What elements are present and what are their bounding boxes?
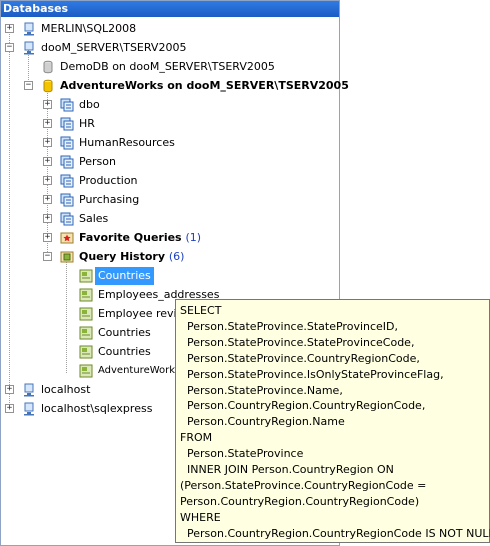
query-label: AdventureWorks <box>98 365 181 376</box>
tree-node-label: dooM_SERVER\TSERV2005 <box>41 41 187 54</box>
tree-node-schema[interactable]: + Production <box>1 172 339 190</box>
query-icon <box>79 307 93 321</box>
schema-icon <box>60 136 74 150</box>
schema-icon <box>60 117 74 131</box>
tree-node-schema[interactable]: + dbo <box>1 96 339 114</box>
sql-line: (Person.StateProvince.CountryRegionCode … <box>180 478 427 492</box>
tree-node-label: Person <box>79 155 116 168</box>
tree-node-label: localhost <box>41 383 91 396</box>
tree-node-schema[interactable]: + Sales <box>1 210 339 228</box>
expand-icon[interactable]: + <box>5 404 14 413</box>
tree-node-schema[interactable]: + Purchasing <box>1 191 339 209</box>
sql-line: Person.CountryRegion.Name <box>180 415 345 429</box>
sql-line: Person.StateProvince.StateProvinceID, <box>180 319 399 333</box>
sql-line: Person.StateProvince <box>180 447 304 461</box>
query-label: Countries <box>95 267 154 285</box>
tree-node-label: Sales <box>79 212 109 225</box>
schema-icon <box>60 98 74 112</box>
tree-node-schema[interactable]: + HumanResources <box>1 134 339 152</box>
server-icon <box>24 41 34 55</box>
tree-node-label: DemoDB on dooM_SERVER\TSERV2005 <box>60 60 275 73</box>
sql-line: FROM <box>180 431 213 445</box>
expand-icon[interactable]: + <box>43 100 52 109</box>
tree-node-database[interactable]: − AdventureWorks on dooM_SERVER\TSERV200… <box>1 77 349 95</box>
sql-line: INNER JOIN Person.CountryRegion ON <box>180 463 394 477</box>
query-history-item[interactable]: Countries <box>1 267 339 285</box>
query-icon <box>79 288 93 302</box>
sql-line: Person.StateProvince.IsOnlyStateProvince… <box>180 367 444 381</box>
expand-icon[interactable]: + <box>43 138 52 147</box>
panel-title: Databases <box>1 1 339 17</box>
query-label: Countries <box>98 326 151 339</box>
tree-node-label: Production <box>79 174 138 187</box>
database-icon <box>43 60 53 74</box>
schema-icon <box>60 155 74 169</box>
server-icon <box>24 383 34 397</box>
sql-line: Person.StateProvince.StateProvinceCode, <box>180 335 415 349</box>
tree-node-database[interactable]: DemoDB on dooM_SERVER\TSERV2005 <box>1 58 339 76</box>
tree-node-label: HR <box>79 117 95 130</box>
server-icon <box>24 402 34 416</box>
sql-line: Person.CountryRegion.CountryRegionCode I… <box>180 526 490 540</box>
tree-node-favorite-queries[interactable]: + Favorite Queries (1) <box>1 229 339 247</box>
tree-node-label: Query History (6) <box>79 250 185 263</box>
query-icon <box>79 269 93 283</box>
tree-node-label: dbo <box>79 98 100 111</box>
schema-icon <box>60 174 74 188</box>
sql-line: Person.CountryRegion.CountryRegionCode, <box>180 399 426 413</box>
schema-icon <box>60 212 74 226</box>
count-badge: (1) <box>185 231 202 244</box>
tree-node-query-history[interactable]: − Query History (6) <box>1 248 339 266</box>
collapse-icon[interactable]: − <box>24 81 33 90</box>
tree-node-label: localhost\sqlexpress <box>41 402 153 415</box>
query-icon <box>79 345 93 359</box>
expand-icon[interactable]: + <box>5 385 14 394</box>
tree-node-server[interactable]: + MERLIN\SQL2008 <box>1 20 339 38</box>
sql-line: Person.CountryRegion.CountryRegionCode) <box>180 494 420 508</box>
schema-icon <box>60 193 74 207</box>
count-badge: (6) <box>168 250 185 263</box>
tree-node-schema[interactable]: + Person <box>1 153 339 171</box>
tree-node-server[interactable]: − dooM_SERVER\TSERV2005 <box>1 39 339 57</box>
query-tooltip: SELECT Person.StateProvince.StateProvinc… <box>175 299 490 543</box>
query-icon <box>79 364 93 378</box>
expand-icon[interactable]: + <box>43 119 52 128</box>
query-label: Countries <box>98 345 151 358</box>
expand-icon[interactable]: + <box>43 195 52 204</box>
expand-icon[interactable]: + <box>5 24 14 33</box>
expand-icon[interactable]: + <box>43 214 52 223</box>
expand-icon[interactable]: + <box>43 157 52 166</box>
expand-icon[interactable]: + <box>43 176 52 185</box>
tree-node-label: Favorite Queries (1) <box>79 231 202 244</box>
sql-line: SELECT <box>180 304 222 317</box>
server-icon <box>24 22 34 36</box>
query-history-icon <box>60 251 74 263</box>
query-icon <box>79 326 93 340</box>
tree-node-schema[interactable]: + HR <box>1 115 339 133</box>
tree-node-label: MERLIN\SQL2008 <box>41 22 137 35</box>
collapse-icon[interactable]: − <box>43 252 52 261</box>
tree-node-label: AdventureWorks on dooM_SERVER\TSERV2005 <box>60 79 349 92</box>
database-active-icon <box>43 79 53 93</box>
sql-line: Person.StateProvince.CountryRegionCode, <box>180 351 420 365</box>
collapse-icon[interactable]: − <box>5 43 14 52</box>
sql-line: WHERE <box>180 510 221 524</box>
sql-line: Person.StateProvince.Name, <box>180 383 343 397</box>
tree-node-label: HumanResources <box>79 136 175 149</box>
expand-icon[interactable]: + <box>43 233 52 242</box>
favorite-queries-icon <box>60 232 74 244</box>
tree-node-label: Purchasing <box>79 193 140 206</box>
